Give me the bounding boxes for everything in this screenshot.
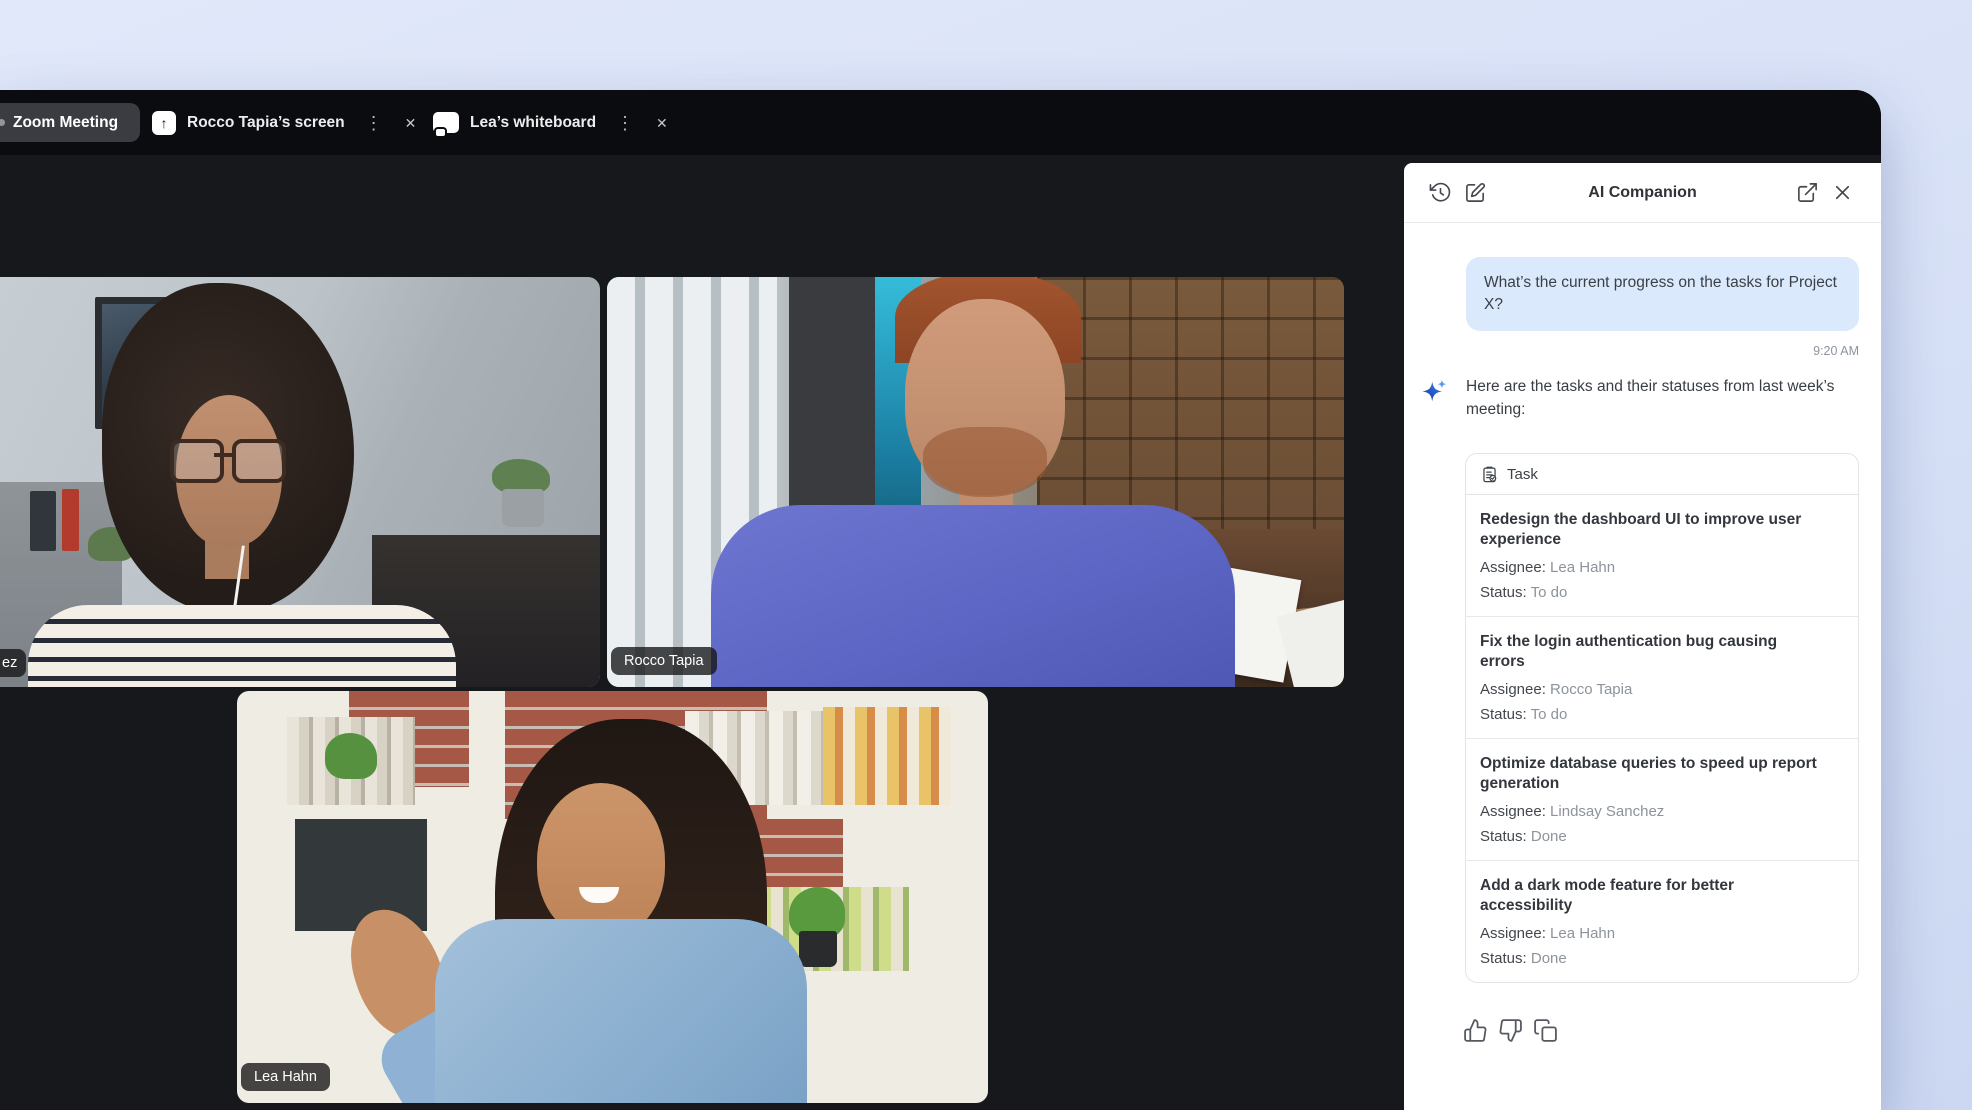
desktop-background: Zoom Meeting ↑ Rocco Tapia’s screen ⋮ ✕ … [0,0,1972,1110]
ai-companion-panel: AI Companion What’s the current progress… [1404,163,1881,1110]
response-feedback-bar [1463,1018,1558,1043]
tab-label: Lea’s whiteboard [470,114,596,132]
close-panel-icon[interactable] [1831,181,1854,204]
participant-name-badge: Lea Hahn [241,1063,330,1091]
message-timestamp: 9:20 AM [1813,344,1859,358]
status-label: Status: [1480,950,1527,967]
status-value: To do [1531,706,1568,723]
tab-lea-whiteboard[interactable]: Lea’s whiteboard ⋮ ✕ [433,90,674,155]
task-row: Add a dark mode feature for better acces… [1466,861,1858,982]
task-row: Optimize database queries to speed up re… [1466,739,1858,861]
participant-video-lea[interactable]: Lea Hahn [237,691,988,1103]
participant-name-badge: Rocco Tapia [611,647,717,675]
tab-rocco-screen[interactable]: ↑ Rocco Tapia’s screen ⋮ ✕ [152,90,422,155]
tab-zoom-meeting[interactable]: Zoom Meeting [0,103,140,142]
ai-response-text: Here are the tasks and their statuses fr… [1466,375,1864,421]
tab-menu-kebab-icon[interactable]: ⋮ [359,110,389,136]
glasses [170,439,288,479]
share-screen-icon: ↑ [152,111,176,135]
thumbs-up-icon[interactable] [1463,1018,1488,1043]
status-label: Status: [1480,706,1527,723]
tab-menu-kebab-icon[interactable]: ⋮ [610,110,640,136]
assignee-label: Assignee: [1480,803,1546,820]
task-card-header: Task [1466,454,1858,495]
task-card-title: Task [1507,466,1538,483]
task-title: Optimize database queries to speed up re… [1480,754,1820,794]
task-row: Redesign the dashboard UI to improve use… [1466,495,1858,617]
assignee-value: Rocco Tapia [1550,681,1632,698]
ai-companion-sparkle-icon [1420,378,1448,406]
assignee-label: Assignee: [1480,559,1546,576]
assignee-label: Assignee: [1480,681,1546,698]
task-title: Fix the login authentication bug causing… [1480,632,1820,672]
tab-close-icon[interactable]: ✕ [399,112,423,134]
copy-icon[interactable] [1533,1018,1558,1043]
task-row: Fix the login authentication bug causing… [1466,617,1858,739]
whiteboard-icon [433,112,459,133]
status-value: Done [1531,950,1567,967]
status-label: Status: [1480,584,1527,601]
assignee-value: Lea Hahn [1550,925,1615,942]
window-tab-bar: Zoom Meeting ↑ Rocco Tapia’s screen ⋮ ✕ … [0,90,1881,155]
status-dot-icon [0,119,5,126]
tab-label: Rocco Tapia’s screen [187,114,345,132]
participant-video-lindsay[interactable]: ez [0,277,600,687]
tab-close-icon[interactable]: ✕ [650,112,674,134]
tab-label: Zoom Meeting [13,114,118,132]
assignee-value: Lindsay Sanchez [1550,803,1664,820]
task-list-icon [1480,465,1499,484]
task-title: Add a dark mode feature for better acces… [1480,876,1820,916]
user-chat-bubble: What’s the current progress on the tasks… [1466,257,1859,331]
status-label: Status: [1480,828,1527,845]
assignee-value: Lea Hahn [1550,559,1615,576]
task-title: Redesign the dashboard UI to improve use… [1480,510,1820,550]
participant-name-badge: ez [0,649,26,677]
thumbs-down-icon[interactable] [1498,1018,1523,1043]
panel-header: AI Companion [1404,163,1881,223]
status-value: To do [1531,584,1568,601]
task-card: Task Redesign the dashboard UI to improv… [1465,453,1859,983]
pop-out-icon[interactable] [1796,181,1819,204]
assignee-label: Assignee: [1480,925,1546,942]
status-value: Done [1531,828,1567,845]
zoom-meeting-window: Zoom Meeting ↑ Rocco Tapia’s screen ⋮ ✕ … [0,90,1881,1110]
participant-video-rocco[interactable]: Rocco Tapia [607,277,1344,687]
